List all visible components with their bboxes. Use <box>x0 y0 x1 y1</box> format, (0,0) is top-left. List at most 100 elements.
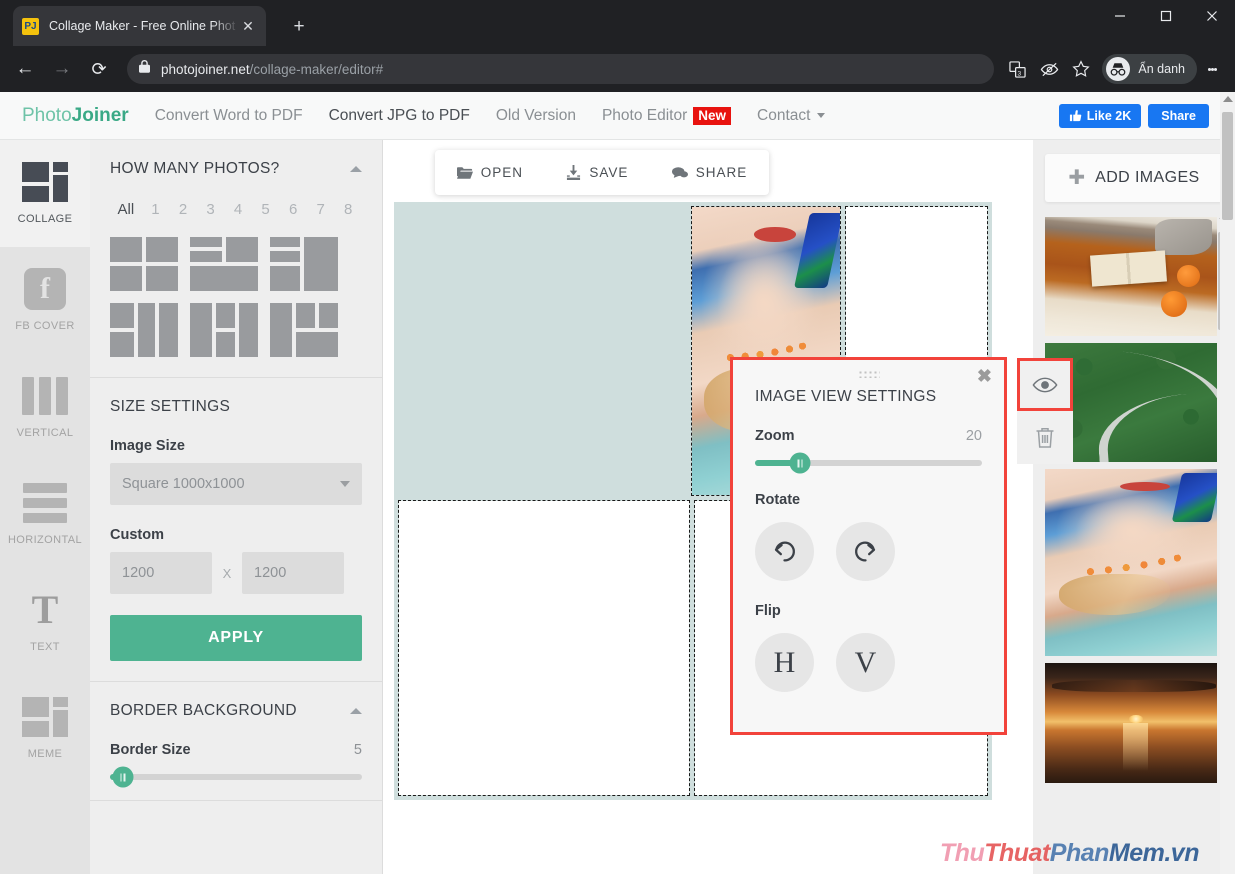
count-4[interactable]: 4 <box>224 201 252 218</box>
rotate-right-icon <box>855 541 876 562</box>
incognito-icon <box>1106 57 1131 81</box>
eye-slash-icon[interactable] <box>1034 54 1064 84</box>
custom-width-input[interactable]: 1200 <box>110 552 212 594</box>
count-1[interactable]: 1 <box>142 201 170 218</box>
sidebar-item-collage[interactable]: COLLAGE <box>0 140 90 247</box>
settings-panel: HOW MANY PHOTOS? All 1 2 3 4 5 6 7 8 SIZ… <box>90 140 383 874</box>
page-scroll-thumb[interactable] <box>1222 112 1233 220</box>
apply-button[interactable]: APPLY <box>110 615 362 661</box>
nav-label: Contact <box>757 106 811 124</box>
sidebar-item-label: TEXT <box>30 641 60 653</box>
sidebar-item-meme[interactable]: MEME <box>0 675 90 782</box>
page-scrollbar[interactable] <box>1220 92 1235 874</box>
thumbnail-photo <box>1045 469 1223 656</box>
photo-count-filter: All 1 2 3 4 5 6 7 8 <box>110 201 362 218</box>
count-7[interactable]: 7 <box>307 201 335 218</box>
section-header[interactable]: BORDER BACKGROUND <box>110 702 362 720</box>
minimize-icon[interactable] <box>1097 0 1143 32</box>
close-window-icon[interactable] <box>1189 0 1235 32</box>
site-logo[interactable]: PhotoJoiner <box>22 105 129 127</box>
tab-close-icon[interactable]: ✕ <box>239 17 257 35</box>
flip-buttons: H V <box>755 633 982 692</box>
layout-option-2[interactable] <box>190 237 258 291</box>
scroll-up-icon[interactable] <box>1222 96 1233 102</box>
browser-tab[interactable]: PJ Collage Maker - Free Online Phot ✕ <box>13 6 266 46</box>
thumbnail-photo <box>1045 217 1223 336</box>
flip-vertical-button[interactable]: V <box>836 633 895 692</box>
image-thumbnail-ocean-sunset[interactable] <box>1045 663 1223 783</box>
zoom-slider[interactable] <box>755 452 982 474</box>
custom-height-input[interactable]: 1200 <box>242 552 344 594</box>
count-3[interactable]: 3 <box>197 201 225 218</box>
forward-icon[interactable]: → <box>47 54 77 84</box>
facebook-share-button[interactable]: Share <box>1148 103 1209 128</box>
layout-option-4[interactable] <box>110 303 178 357</box>
drag-grip-icon[interactable] <box>857 370 880 378</box>
add-images-button[interactable]: ✚ ADD IMAGES <box>1045 154 1223 202</box>
image-size-select[interactable]: Square 1000x1000 <box>110 463 362 505</box>
nav-photo-editor[interactable]: Photo Editor New <box>602 106 732 125</box>
reload-icon[interactable]: ⟳ <box>84 54 114 84</box>
maximize-icon[interactable] <box>1143 0 1189 32</box>
chevron-up-icon[interactable] <box>350 708 362 714</box>
open-button[interactable]: OPEN <box>456 165 523 180</box>
incognito-indicator[interactable]: Ẩn danh <box>1102 54 1197 84</box>
browser-toolbar: ← → ⟳ photojoiner.net/collage-maker/edit… <box>0 46 1235 92</box>
nav-convert-jpg-to-pdf[interactable]: Convert JPG to PDF <box>329 107 470 125</box>
nav-old-version[interactable]: Old Version <box>496 107 576 125</box>
sidebar-item-horizontal[interactable]: HORIZONTAL <box>0 461 90 568</box>
flip-v-label: V <box>854 645 877 679</box>
sidebar-item-fb-cover[interactable]: f FB COVER <box>0 247 90 354</box>
layout-option-3[interactable] <box>270 237 338 291</box>
back-icon[interactable]: ← <box>10 54 40 84</box>
count-2[interactable]: 2 <box>169 201 197 218</box>
flip-horizontal-button[interactable]: H <box>755 633 814 692</box>
facebook-icon: f <box>22 268 68 310</box>
sidebar-item-vertical[interactable]: VERTICAL <box>0 354 90 461</box>
image-thumbnail-woman-portrait-pool[interactable] <box>1045 469 1223 656</box>
save-button[interactable]: SAVE <box>566 165 628 180</box>
image-thumbnail-autumn-book-pumpkins[interactable] <box>1045 217 1223 336</box>
sidebar-item-label: HORIZONTAL <box>7 534 83 546</box>
star-icon[interactable] <box>1066 54 1096 84</box>
nav-contact[interactable]: Contact <box>757 106 826 125</box>
layout-option-5[interactable] <box>190 303 258 357</box>
open-label: OPEN <box>480 165 523 180</box>
kebab-menu-icon[interactable] <box>1199 54 1225 84</box>
count-all[interactable]: All <box>110 201 142 218</box>
count-8[interactable]: 8 <box>334 201 362 218</box>
nav-convert-word-to-pdf[interactable]: Convert Word to PDF <box>155 107 303 125</box>
zoom-slider-knob[interactable] <box>789 452 811 474</box>
flip-label: Flip <box>755 603 781 619</box>
rotate-left-button[interactable] <box>755 522 814 581</box>
address-bar[interactable]: photojoiner.net/collage-maker/editor# <box>127 54 995 84</box>
size-settings-title: SIZE SETTINGS <box>110 398 231 415</box>
count-6[interactable]: 6 <box>279 201 307 218</box>
nav-label: Convert JPG to PDF <box>328 106 470 124</box>
cell-delete-button[interactable] <box>1017 411 1073 464</box>
sidebar-item-label: FB COVER <box>15 320 75 332</box>
facebook-like-button[interactable]: Like 2K <box>1058 103 1142 128</box>
count-5[interactable]: 5 <box>252 201 280 218</box>
image-view-settings-dialog[interactable]: ✖ IMAGE VIEW SETTINGS Zoom 20 Rotate Fli… <box>730 357 1007 735</box>
border-size-slider[interactable] <box>110 766 362 788</box>
collage-cell-empty-bottomleft[interactable] <box>398 500 690 796</box>
border-size-knob[interactable] <box>112 766 134 788</box>
translate-icon[interactable]: 3 <box>1002 54 1032 84</box>
layout-option-1[interactable] <box>110 237 178 291</box>
border-background-section: BORDER BACKGROUND Border Size 5 <box>90 682 382 801</box>
cell-view-settings-button[interactable] <box>1017 358 1073 411</box>
sidebar-item-label: COLLAGE <box>17 213 73 225</box>
new-tab-button[interactable]: + <box>286 14 312 40</box>
sidebar-item-text[interactable]: T TEXT <box>0 568 90 675</box>
layout-option-6[interactable] <box>270 303 338 357</box>
sidebar-item-label: VERTICAL <box>16 427 74 439</box>
image-thumbnail-list <box>1045 217 1223 874</box>
chevron-up-icon[interactable] <box>350 166 362 172</box>
share-button[interactable]: SHARE <box>671 165 748 180</box>
section-header[interactable]: HOW MANY PHOTOS? <box>110 160 362 178</box>
border-size-label: Border Size <box>110 742 191 758</box>
address-path: /collage-maker/editor# <box>249 61 384 77</box>
dialog-close-icon[interactable]: ✖ <box>977 366 992 387</box>
rotate-right-button[interactable] <box>836 522 895 581</box>
